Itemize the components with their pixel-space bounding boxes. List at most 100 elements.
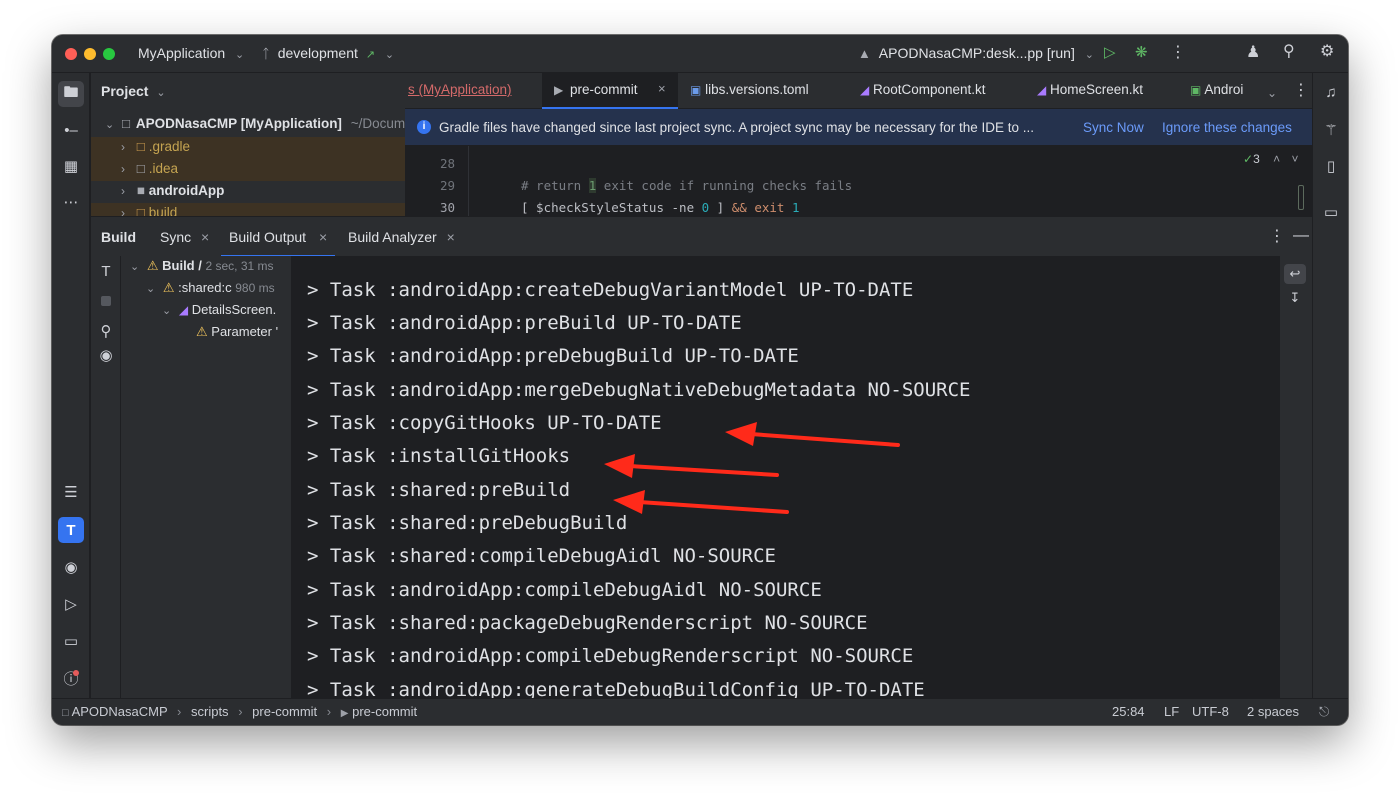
stop-icon[interactable] [101, 296, 111, 306]
breadcrumb-item[interactable]: pre-commit [252, 704, 317, 719]
notifications-bell-icon[interactable]: ♫ [1320, 81, 1342, 103]
close-tab-icon[interactable]: × [319, 229, 327, 245]
tabs-more-icon[interactable]: ⋮ [1293, 83, 1309, 99]
tab-build-output[interactable]: Build Output × [221, 217, 335, 257]
incoming-arrow-icon: ↗ [365, 49, 375, 61]
gradle-sync-banner: i Gradle files have changed since last p… [405, 109, 1312, 146]
breadcrumb-item[interactable]: pre-commit [352, 704, 417, 719]
more-actions-icon[interactable]: ⋮ [1170, 45, 1186, 61]
close-window-button[interactable] [65, 48, 77, 60]
chevron-down-icon: ⌄ [146, 283, 156, 295]
tabs-dropdown-icon[interactable]: ⌄ [1267, 85, 1277, 101]
tree-root-row[interactable]: ⌄ □ APODNasaCMP [MyApplication] ~/Docum [105, 116, 405, 138]
tab-homescreen[interactable]: ◢ HomeScreen.kt [1037, 82, 1143, 97]
running-devices-icon[interactable]: ▭ [1320, 201, 1342, 223]
build-output-console[interactable]: > Task :androidApp:createDebugVariantMod… [291, 256, 1280, 698]
folder-icon: □ [136, 139, 145, 154]
file-encoding[interactable]: UTF-8 [1192, 704, 1229, 719]
lock-icon[interactable]: ⎋ [1319, 704, 1329, 720]
build-tree-label: DetailsScreen. [191, 302, 277, 317]
add-user-icon[interactable]: ♟ [1246, 45, 1260, 61]
scroll-to-end-icon[interactable]: ↧ [1284, 288, 1306, 308]
tab-label: RootComponent.kt [873, 82, 986, 97]
inspection-widget[interactable]: ✓3 ˄ ˅ [1243, 152, 1298, 166]
tab-android[interactable]: ▣ Androi [1190, 82, 1243, 97]
code-operator: && [731, 200, 747, 215]
sync-now-link[interactable]: Sync Now [1083, 120, 1144, 135]
caret-position[interactable]: 25:84 [1112, 704, 1145, 719]
build-tree-shared[interactable]: ⌄ ⚠ :shared:c 980 ms [146, 280, 275, 302]
structure-icon[interactable]: ▦ [60, 155, 82, 177]
chevron-down-icon: ⌄ [156, 87, 166, 99]
settings-gear-icon[interactable]: ⚙ [1320, 44, 1334, 60]
tab-sync[interactable]: Sync × [160, 229, 209, 245]
commit-icon[interactable]: •– [60, 119, 82, 141]
minimize-window-button[interactable] [84, 48, 96, 60]
terminal-icon[interactable]: ▭ [60, 630, 82, 652]
code-editor[interactable]: ✓3 ˄ ˅ 28 29 30 # return 1 exit code if … [405, 146, 1312, 216]
hide-panel-icon[interactable]: — [1293, 228, 1309, 244]
build-hammer-icon[interactable]: T [58, 517, 84, 543]
editor-scrollbar[interactable] [1298, 185, 1304, 210]
soft-wrap-icon[interactable]: ↩ [1284, 264, 1306, 284]
ignore-changes-link[interactable]: Ignore these changes [1162, 120, 1292, 135]
breadcrumb-item[interactable]: scripts [191, 704, 229, 719]
close-tab-icon[interactable]: × [658, 81, 666, 96]
tree-item-androidapp[interactable]: › ■ androidApp [121, 183, 224, 205]
build-tree-file[interactable]: ⌄ ◢ DetailsScreen. [162, 302, 276, 324]
services-icon[interactable]: ◉ [60, 556, 82, 578]
close-tab-icon[interactable]: × [201, 229, 209, 245]
search-icon[interactable]: ⚲ [1283, 44, 1295, 60]
branch-icon: ᛏ [262, 46, 270, 61]
eye-icon[interactable]: ◉ [95, 344, 117, 366]
console-toolbar: ↩ ↧ [1280, 256, 1312, 698]
code-text: [ $checkStyleStatus -ne [521, 200, 702, 215]
tab-label: libs.versions.toml [705, 82, 809, 97]
indent-setting[interactable]: 2 spaces [1247, 704, 1299, 719]
build-hammer-icon[interactable]: T [95, 260, 117, 282]
chevron-right-icon: › [121, 206, 125, 216]
run-icon[interactable]: ▷ [1104, 45, 1116, 61]
tab-rootcomponent[interactable]: ◢ RootComponent.kt [860, 82, 986, 97]
project-panel: Project ⌄ ⌄ □ APODNasaCMP [MyApplication… [91, 73, 405, 216]
branch-switcher[interactable]: ᛏ development ↗ ⌄ [262, 45, 394, 61]
zoom-window-button[interactable] [103, 48, 115, 60]
chevron-right-icon: › [121, 162, 125, 176]
more-tools-icon[interactable]: ⋯ [60, 191, 82, 213]
debug-icon[interactable]: ❋ [1135, 45, 1148, 61]
gutter-divider [468, 146, 469, 216]
build-toolbar: T ⚲ ◉ [91, 256, 121, 698]
device-manager-icon[interactable]: ▯ [1320, 155, 1342, 177]
tab-myapplication[interactable]: s (MyApplication) [408, 82, 512, 97]
run-tool-icon[interactable]: ▷ [60, 593, 82, 615]
tab-pre-commit[interactable]: ▶ pre-commit × [542, 73, 678, 109]
build-tree-warning[interactable]: ⚠ Parameter ' [196, 324, 278, 346]
line-separator[interactable]: LF [1164, 704, 1179, 719]
breadcrumb-item[interactable]: APODNasaCMP [72, 704, 168, 719]
run-config-label: APODNasaCMP:desk...pp [run] [878, 45, 1075, 61]
tree-root-path: ~/Docum [350, 116, 406, 131]
pin-icon[interactable]: ⚲ [95, 320, 117, 342]
tree-root-label: APODNasaCMP [MyApplication] [135, 116, 342, 131]
logcat-icon[interactable]: ☰ [60, 481, 82, 503]
problems-icon[interactable]: ⓘ [60, 667, 82, 689]
gradle-icon[interactable]: ⚚ [1320, 119, 1342, 141]
tab-libs-versions[interactable]: ▣ libs.versions.toml [690, 82, 809, 97]
project-switcher[interactable]: MyApplication ⌄ [138, 45, 244, 61]
android-file-icon: ▣ [1190, 83, 1202, 97]
tab-label: HomeScreen.kt [1050, 82, 1144, 97]
panel-options-icon[interactable]: ⋮ [1269, 229, 1285, 245]
chevron-right-icon: › [238, 704, 243, 719]
build-tree-root[interactable]: ⌄ ⚠ Build / 2 sec, 31 ms [130, 258, 274, 280]
tree-item-gradle[interactable]: › □ .gradle [121, 139, 190, 161]
chevron-down-icon: ⌄ [130, 261, 140, 273]
tree-item-idea[interactable]: › □ .idea [121, 161, 178, 183]
tree-item-build[interactable]: › □ build [121, 205, 177, 216]
project-folder-icon[interactable]: 🖿 [58, 81, 84, 107]
code-comment: # return [521, 178, 589, 193]
tab-build-analyzer[interactable]: Build Analyzer × [348, 229, 455, 245]
run-config-selector[interactable]: ▲ APODNasaCMP:desk...pp [run] ⌄ [858, 45, 1094, 61]
project-panel-header[interactable]: Project ⌄ [101, 83, 166, 99]
close-tab-icon[interactable]: × [447, 229, 455, 245]
